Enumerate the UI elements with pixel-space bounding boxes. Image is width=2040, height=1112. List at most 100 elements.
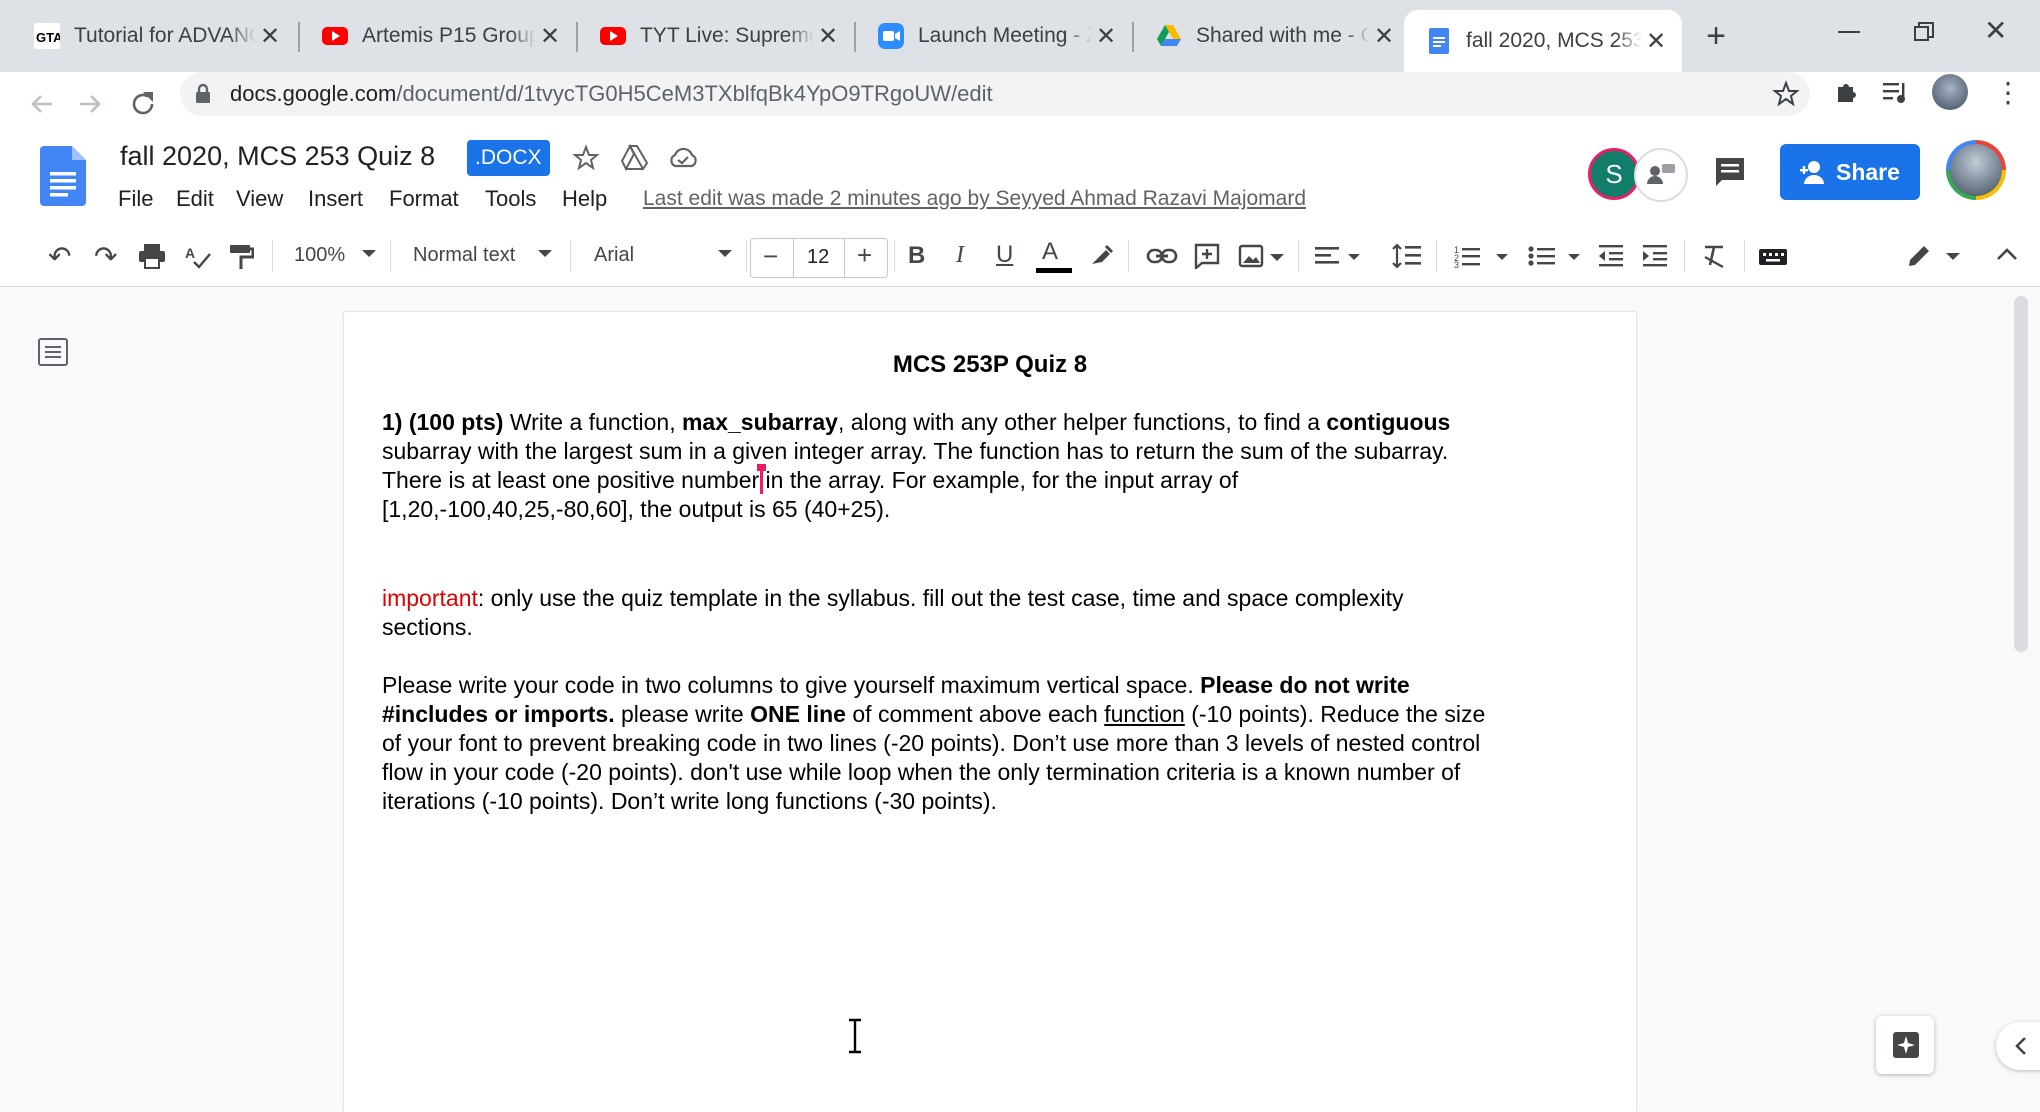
close-tab-icon[interactable]: ✕ bbox=[1092, 22, 1120, 51]
print-icon[interactable] bbox=[138, 243, 166, 269]
browser-tab[interactable]: GTA Tutorial for ADVANCED ✕ bbox=[12, 14, 296, 58]
undo-icon[interactable]: ↶ bbox=[48, 240, 71, 273]
menu-file[interactable]: File bbox=[118, 186, 153, 212]
cloud-saved-icon[interactable] bbox=[668, 146, 698, 170]
media-control-icon[interactable] bbox=[1882, 80, 1910, 106]
toolbar-divider bbox=[1744, 240, 1745, 272]
bookmark-star-icon[interactable] bbox=[1772, 80, 1800, 108]
paint-format-icon[interactable] bbox=[228, 243, 254, 271]
last-edit-link[interactable]: Last edit was made 2 minutes ago by Seyy… bbox=[643, 187, 1306, 211]
browser-menu-icon[interactable]: ⋮ bbox=[1994, 76, 2022, 109]
chat-collaborators-icon[interactable] bbox=[1634, 148, 1688, 202]
profile-avatar[interactable] bbox=[1932, 74, 1968, 110]
chevron-down-icon[interactable] bbox=[718, 250, 732, 257]
chevron-down-icon[interactable] bbox=[1568, 254, 1580, 260]
editing-mode-pencil-icon[interactable] bbox=[1906, 243, 1932, 269]
close-tab-icon[interactable]: ✕ bbox=[1370, 22, 1398, 51]
address-bar[interactable]: docs.google.com/document/d/1tvycTG0H5CeM… bbox=[180, 72, 1810, 116]
star-icon[interactable] bbox=[572, 144, 600, 172]
close-tab-icon[interactable]: ✕ bbox=[256, 22, 284, 51]
menu-format[interactable]: Format bbox=[389, 186, 459, 212]
document-title[interactable]: fall 2020, MCS 253 Quiz 8 bbox=[120, 141, 435, 172]
tab-title: TYT Live: Supreme Co bbox=[640, 24, 814, 47]
close-tab-icon[interactable]: ✕ bbox=[814, 22, 842, 51]
back-icon[interactable] bbox=[28, 90, 56, 118]
menu-edit[interactable]: Edit bbox=[176, 186, 214, 212]
text-color-icon[interactable]: A bbox=[1042, 238, 1058, 266]
menu-view[interactable]: View bbox=[236, 186, 283, 212]
menu-help[interactable]: Help bbox=[562, 186, 607, 212]
youtube-icon bbox=[322, 27, 348, 45]
toolbar-divider bbox=[1128, 240, 1129, 272]
tab-title: Shared with me - Go bbox=[1196, 24, 1370, 47]
share-button[interactable]: Share bbox=[1780, 144, 1920, 200]
lock-icon[interactable] bbox=[194, 83, 212, 105]
side-panel-toggle[interactable] bbox=[1996, 1022, 2040, 1070]
redo-icon[interactable]: ↷ bbox=[94, 240, 117, 273]
menu-insert[interactable]: Insert bbox=[308, 186, 363, 212]
paragraph-style-select[interactable]: Normal text bbox=[413, 244, 515, 267]
move-to-folder-icon[interactable] bbox=[620, 143, 650, 171]
browser-tab[interactable]: Launch Meeting - Zo ✕ bbox=[856, 14, 1132, 58]
extensions-icon[interactable] bbox=[1833, 78, 1861, 106]
tab-title: Tutorial for ADVANCED bbox=[74, 24, 256, 47]
chevron-down-icon[interactable] bbox=[362, 250, 376, 257]
reload-icon[interactable] bbox=[128, 89, 158, 119]
toolbar-divider bbox=[570, 240, 571, 272]
question-points: 1) (100 pts) bbox=[382, 409, 504, 435]
browser-tab[interactable]: Artemis P15 Group @ ✕ bbox=[300, 14, 576, 58]
tab-title: Artemis P15 Group @ bbox=[362, 24, 536, 47]
collaborator-avatar[interactable]: S bbox=[1588, 148, 1640, 200]
forward-icon[interactable] bbox=[76, 90, 104, 118]
link-icon[interactable] bbox=[1146, 246, 1178, 266]
decrease-indent-icon[interactable] bbox=[1598, 244, 1624, 268]
add-comment-icon[interactable] bbox=[1194, 243, 1220, 269]
increase-font-size-icon[interactable]: + bbox=[857, 240, 872, 271]
clear-formatting-icon[interactable] bbox=[1702, 244, 1726, 268]
increase-indent-icon[interactable] bbox=[1642, 244, 1668, 268]
new-tab-icon[interactable]: + bbox=[1700, 18, 1732, 54]
hide-menus-chevron-up-icon[interactable] bbox=[1996, 246, 2018, 262]
align-left-icon[interactable] bbox=[1314, 246, 1340, 266]
minimize-icon[interactable] bbox=[1838, 31, 1860, 33]
account-avatar[interactable] bbox=[1946, 140, 2006, 200]
bold-text: ONE line bbox=[750, 701, 846, 727]
insert-image-icon[interactable] bbox=[1238, 244, 1264, 268]
close-tab-icon[interactable]: ✕ bbox=[1642, 27, 1670, 56]
underline-icon[interactable]: U bbox=[996, 241, 1013, 269]
browser-tab-active[interactable]: fall 2020, MCS 253 Q ✕ bbox=[1404, 10, 1682, 72]
chevron-down-icon[interactable] bbox=[1946, 253, 1960, 260]
question-1-line-1: 1) (100 pts) Write a function, max_subar… bbox=[382, 408, 1612, 437]
chevron-down-icon[interactable] bbox=[1270, 254, 1284, 261]
vertical-scrollbar[interactable] bbox=[2014, 296, 2028, 652]
document-outline-icon[interactable] bbox=[38, 338, 68, 366]
restore-icon[interactable] bbox=[1914, 22, 1934, 42]
browser-tab[interactable]: Shared with me - Go ✕ bbox=[1134, 14, 1410, 58]
bulleted-list-icon[interactable] bbox=[1528, 244, 1556, 268]
font-size-input[interactable]: 12 bbox=[807, 246, 829, 269]
zoom-select[interactable]: 100% bbox=[294, 244, 345, 267]
chevron-down-icon[interactable] bbox=[538, 250, 552, 257]
italic-icon[interactable]: I bbox=[956, 242, 964, 269]
question-1-line-2: subarray with the largest sum in a given… bbox=[382, 438, 1449, 464]
decrease-font-size-icon[interactable]: − bbox=[763, 241, 778, 272]
close-window-icon[interactable]: ✕ bbox=[1984, 14, 2007, 47]
chevron-down-icon[interactable] bbox=[1348, 254, 1360, 260]
line-spacing-icon[interactable] bbox=[1392, 243, 1422, 269]
add-person-icon bbox=[1800, 161, 1824, 184]
browser-tab[interactable]: TYT Live: Supreme Co ✕ bbox=[578, 14, 854, 58]
highlight-color-icon[interactable] bbox=[1088, 242, 1114, 268]
spellcheck-icon[interactable]: A bbox=[184, 244, 212, 270]
explore-button[interactable] bbox=[1876, 1016, 1934, 1074]
font-select[interactable]: Arial bbox=[594, 244, 634, 267]
chevron-down-icon[interactable] bbox=[1496, 254, 1508, 260]
important-line-2: sections. bbox=[382, 614, 473, 640]
numbered-list-icon[interactable]: 123 bbox=[1454, 244, 1482, 268]
close-tab-icon[interactable]: ✕ bbox=[536, 22, 564, 51]
menu-tools[interactable]: Tools bbox=[485, 186, 536, 212]
bold-icon[interactable]: B bbox=[908, 242, 925, 270]
comment-history-icon[interactable] bbox=[1714, 156, 1748, 188]
docx-badge[interactable]: .DOCX bbox=[467, 140, 550, 176]
google-docs-logo-icon[interactable] bbox=[40, 146, 86, 206]
input-tools-keyboard-icon[interactable] bbox=[1758, 248, 1788, 266]
